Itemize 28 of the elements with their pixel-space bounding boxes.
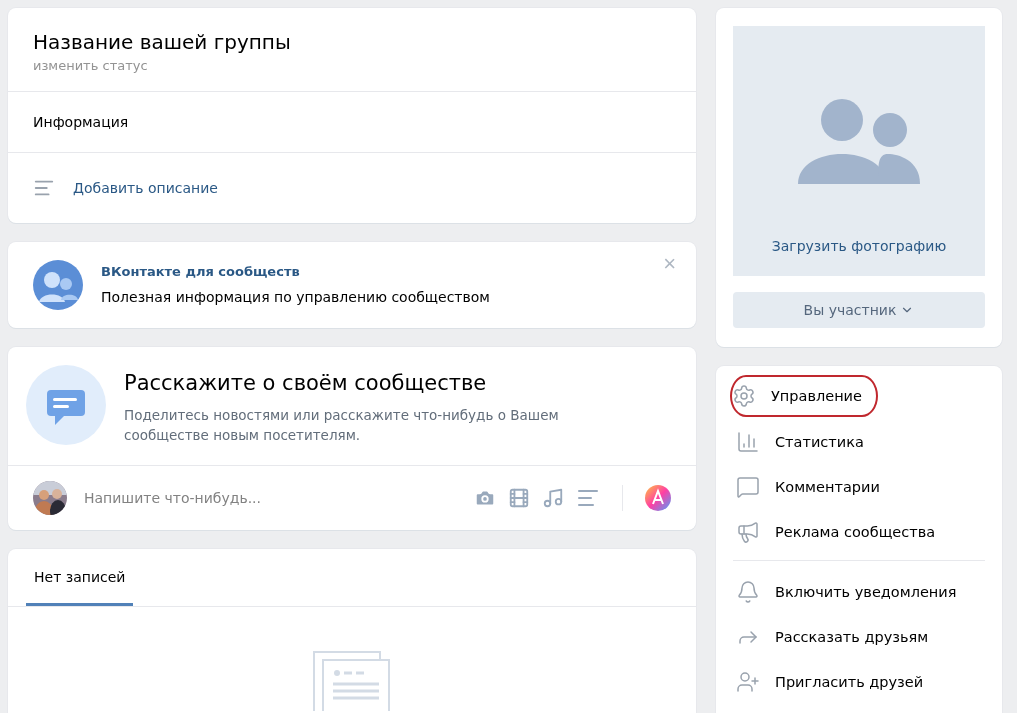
- menu-item[interactable]: Управление: [730, 375, 878, 417]
- bar-chart-icon: [736, 429, 760, 454]
- film-icon[interactable]: [508, 487, 530, 509]
- upload-photo-link[interactable]: Загрузить фотографию: [771, 238, 947, 254]
- story-text: Поделитесь новостями или расскажите что-нибудь о Вашем сообществе новым посетителям.: [124, 406, 560, 445]
- add-user-icon: [736, 669, 760, 694]
- wall-tab[interactable]: Нет записей: [26, 549, 134, 606]
- menu-item[interactable]: Пригласить друзей: [733, 659, 927, 704]
- bell-icon: [736, 579, 760, 604]
- group-title: Название вашей группы: [33, 29, 292, 56]
- message-bubble-icon: [26, 365, 106, 445]
- promo-title[interactable]: ВКонтакте для сообществ: [101, 264, 490, 279]
- menu-item[interactable]: Рассказать друзьям: [733, 614, 932, 659]
- menu-item[interactable]: Реклама сообщества: [733, 509, 939, 554]
- speech-bubble-icon: [736, 474, 760, 499]
- color-palette-icon[interactable]: [645, 485, 671, 511]
- promo-text: Полезная информация по управлению сообществом: [101, 289, 490, 305]
- menu-item[interactable]: Комментарии: [733, 464, 883, 509]
- story-title: Расскажите о своём сообществе: [124, 371, 488, 395]
- gear-icon: [732, 384, 756, 408]
- music-icon[interactable]: [542, 487, 564, 509]
- menu-item[interactable]: Включить уведомления: [733, 569, 960, 614]
- member-dropdown-button[interactable]: Вы участник: [733, 292, 985, 328]
- info-label: Информация: [33, 114, 129, 130]
- menu-item[interactable]: Статистика: [733, 419, 867, 464]
- megaphone-icon: [736, 519, 760, 544]
- add-description-link[interactable]: Добавить описание: [73, 180, 218, 196]
- community-avatar-icon: [33, 260, 83, 310]
